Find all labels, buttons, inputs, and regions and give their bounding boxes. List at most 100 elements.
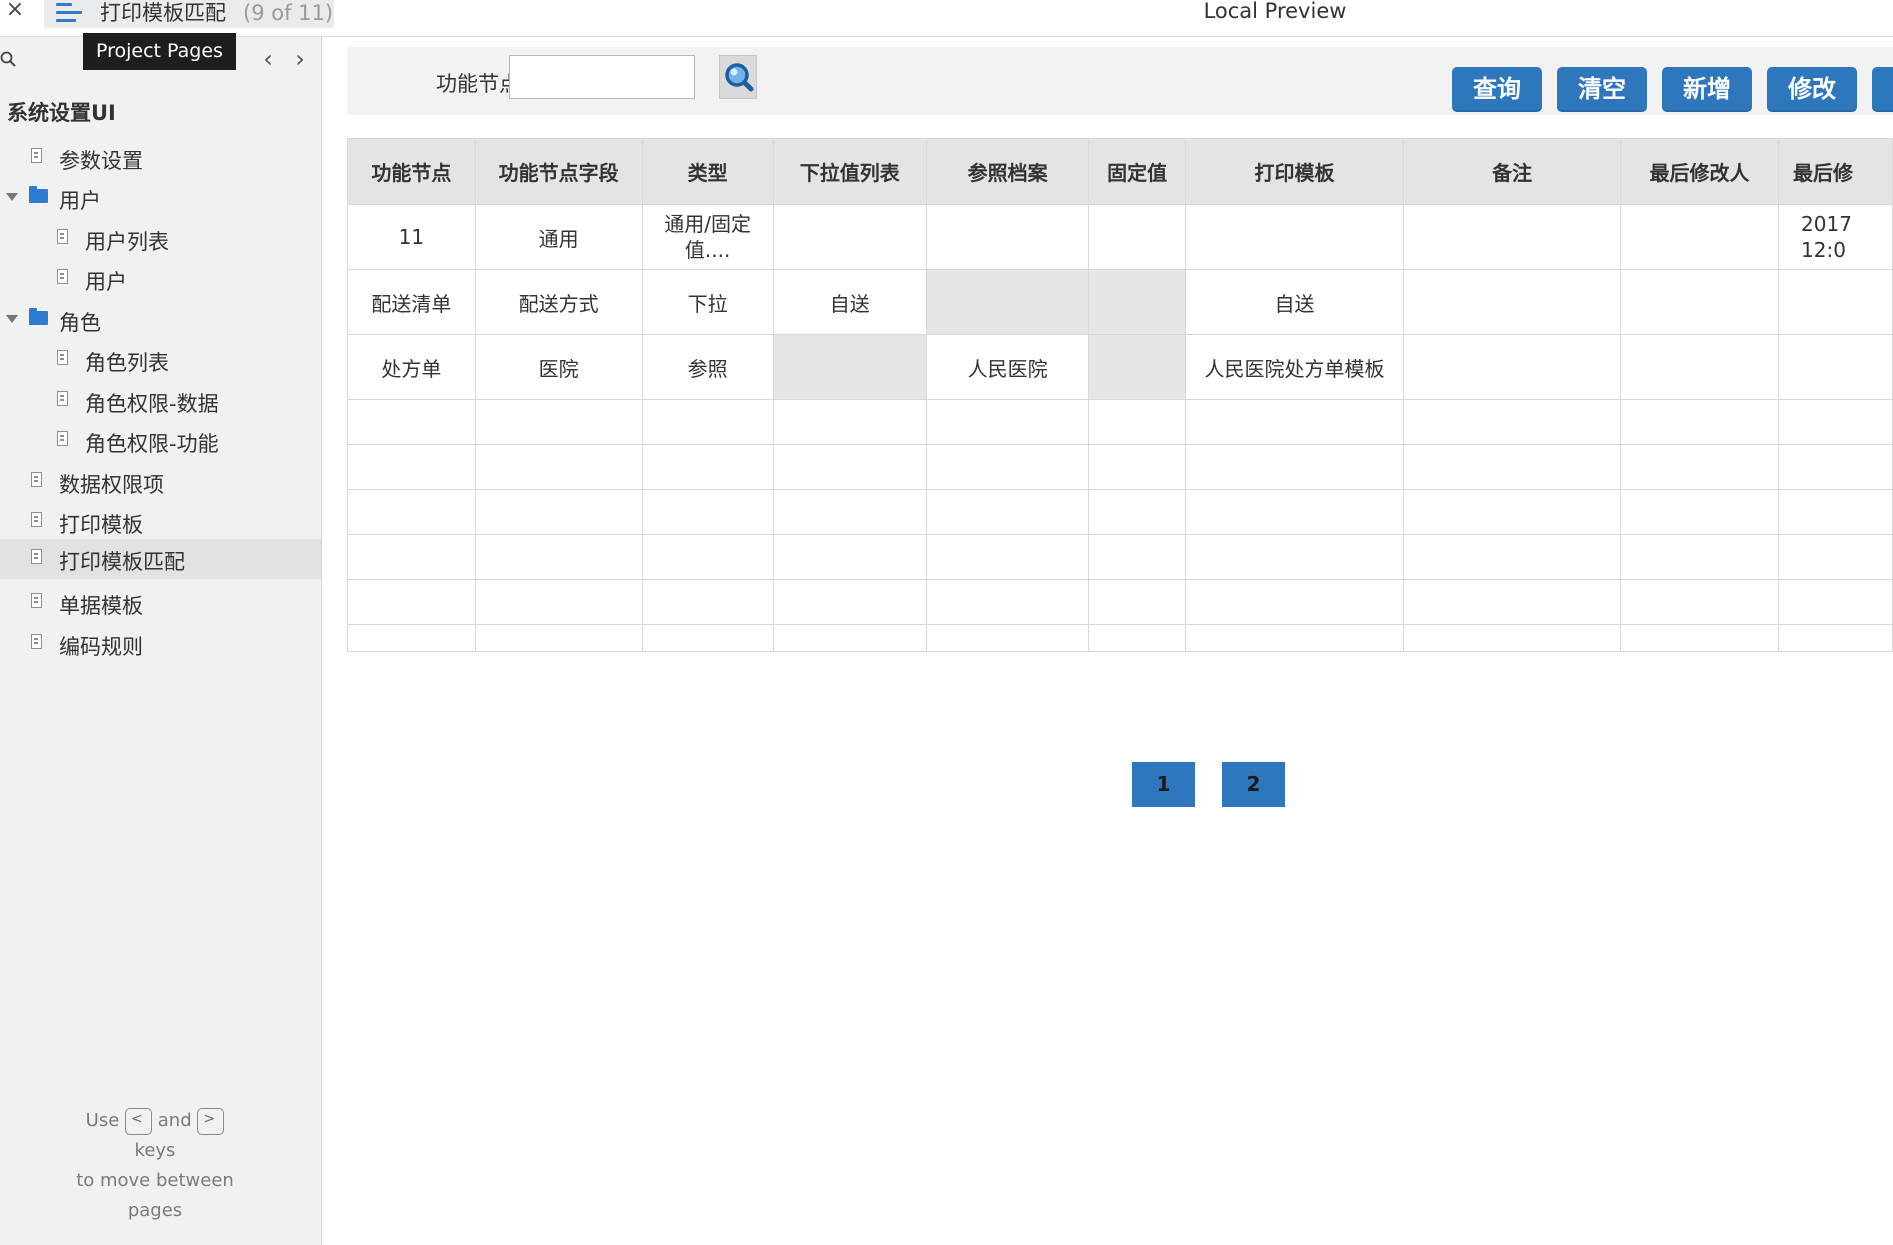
function-node-label: 功能节点 — [436, 72, 520, 96]
table-cell[interactable]: 配送方式 — [474, 269, 643, 335]
table-cell[interactable] — [1778, 334, 1893, 400]
previous-page-button[interactable]: ‹ — [258, 47, 278, 71]
column-header[interactable]: 功能节点 — [347, 138, 476, 205]
table-cell[interactable] — [925, 204, 1090, 270]
table-cell[interactable]: 参照 — [641, 334, 774, 400]
table-cell[interactable] — [925, 269, 1090, 335]
table-cell[interactable]: 自送 — [772, 269, 927, 335]
sidebar-item-label: 打印模板 — [59, 513, 143, 537]
page-icon — [57, 431, 68, 446]
page-icon — [57, 269, 68, 284]
column-header[interactable]: 固定值 — [1088, 138, 1186, 205]
table-row-empty — [347, 534, 1893, 580]
sidebar-item-label: 打印模板匹配 — [59, 550, 185, 574]
hint-text: keys — [134, 1140, 176, 1161]
sidebar-item-role-func-perm[interactable]: 角色权限-功能 — [0, 421, 321, 461]
add-button[interactable]: 新增 — [1662, 67, 1752, 112]
sidebar-item-label: 角色权限-功能 — [85, 432, 219, 456]
table-cell[interactable] — [1620, 269, 1780, 335]
page-icon — [57, 350, 68, 365]
table-cell[interactable]: 人民医院 — [925, 334, 1090, 400]
table-cell[interactable] — [1403, 269, 1622, 335]
query-button[interactable]: 查询 — [1452, 67, 1542, 112]
table-cell[interactable] — [1184, 204, 1405, 270]
sidebar-item-print-template-match[interactable]: 打印模板匹配 — [0, 539, 321, 579]
search-button[interactable] — [719, 55, 757, 99]
clear-button[interactable]: 清空 — [1557, 67, 1647, 112]
sidebar-item-label: 用户 — [85, 270, 127, 294]
page-button-2[interactable]: 2 — [1222, 762, 1285, 807]
page-button-1[interactable]: 1 — [1132, 762, 1195, 807]
sidebar-item-role-list[interactable]: 角色列表 — [0, 340, 321, 380]
sidebar-item-role-data-perm[interactable]: 角色权限-数据 — [0, 381, 321, 421]
table-cell[interactable]: 11 — [347, 204, 476, 270]
table-cell[interactable] — [1620, 204, 1780, 270]
column-header[interactable]: 参照档案 — [925, 138, 1090, 205]
table-row[interactable]: 配送清单 配送方式 下拉 自送 自送 — [347, 269, 1893, 335]
table-cell[interactable]: 2017 12:0 — [1778, 204, 1893, 270]
sidebar-item-label: 角色权限-数据 — [85, 392, 219, 416]
column-header[interactable]: 类型 — [641, 138, 774, 205]
table-cell[interactable] — [772, 204, 927, 270]
search-icon[interactable] — [0, 51, 18, 69]
table-cell[interactable]: 处方单 — [347, 334, 476, 400]
table-cell[interactable] — [1620, 334, 1780, 400]
main-content: 功能节点 查询 清空 新增 修改 功能节点 功能节点字段 类型 下拉值列表 参照… — [322, 37, 1893, 1245]
table-cell[interactable] — [1403, 204, 1622, 270]
sidebar-item-label: 用户 — [59, 189, 101, 213]
table-cell[interactable]: 通用/固定值.... — [641, 204, 774, 270]
hint-text: to move between — [76, 1170, 234, 1191]
function-node-input[interactable] — [509, 55, 695, 99]
sidebar-item-label: 数据权限项 — [59, 473, 164, 497]
column-header[interactable]: 最后修 — [1778, 138, 1893, 205]
page-icon — [31, 593, 42, 608]
chevron-down-icon[interactable] — [6, 193, 18, 201]
sidebar-folder-roles[interactable]: 角色 — [0, 300, 321, 340]
hint-text: pages — [127, 1200, 183, 1221]
menu-icon[interactable] — [56, 3, 82, 23]
sidebar-item-data-perm-items[interactable]: 数据权限项 — [0, 462, 321, 502]
sidebar-item-params[interactable]: 参数设置 — [0, 138, 321, 178]
page-icon — [31, 549, 42, 564]
table-cell[interactable]: 下拉 — [641, 269, 774, 335]
page-selector[interactable]: 打印模板匹配 (9 of 11) — [44, 0, 334, 28]
table-cell[interactable] — [1088, 269, 1186, 335]
table-row-empty — [347, 624, 1893, 652]
sidebar-item-user-list[interactable]: 用户列表 — [0, 219, 321, 259]
page-icon — [31, 472, 42, 487]
column-header[interactable]: 备注 — [1403, 138, 1622, 205]
current-page-title: 打印模板匹配 — [100, 1, 226, 25]
table-cell[interactable] — [1088, 334, 1186, 400]
more-button[interactable] — [1872, 67, 1893, 112]
sidebar-folder-users[interactable]: 用户 — [0, 178, 321, 218]
table-cell[interactable]: 人民医院处方单模板 — [1184, 334, 1405, 400]
table-row-empty — [347, 399, 1893, 445]
chevron-down-icon[interactable] — [6, 315, 18, 323]
table-header-row: 功能节点 功能节点字段 类型 下拉值列表 参照档案 固定值 打印模板 备注 最后… — [347, 138, 1893, 205]
column-header[interactable]: 打印模板 — [1184, 138, 1405, 205]
table-cell[interactable]: 通用 — [474, 204, 643, 270]
project-name: 系统设置UI — [7, 101, 116, 125]
table-cell[interactable] — [1403, 334, 1622, 400]
table-row-empty — [347, 489, 1893, 535]
table-cell[interactable]: 医院 — [474, 334, 643, 400]
column-header[interactable]: 功能节点字段 — [474, 138, 643, 205]
table-row[interactable]: 处方单 医院 参照 人民医院 人民医院处方单模板 — [347, 334, 1893, 400]
table-cell[interactable]: 配送清单 — [347, 269, 476, 335]
table-cell[interactable] — [1778, 269, 1893, 335]
edit-button[interactable]: 修改 — [1767, 67, 1857, 112]
filter-bar: 功能节点 查询 清空 新增 修改 — [347, 47, 1893, 115]
sidebar-item-coding-rules[interactable]: 编码规则 — [0, 624, 321, 664]
column-header[interactable]: 最后修改人 — [1620, 138, 1780, 205]
column-header[interactable]: 下拉值列表 — [772, 138, 927, 205]
sidebar-item-print-template[interactable]: 打印模板 — [0, 502, 321, 542]
sidebar-item-user[interactable]: 用户 — [0, 259, 321, 299]
table-cell[interactable] — [772, 334, 927, 400]
table-row[interactable]: 11 通用 通用/固定值.... 2017 12:0 — [347, 204, 1893, 270]
sidebar-item-document-template[interactable]: 单据模板 — [0, 583, 321, 623]
table-cell[interactable] — [1088, 204, 1186, 270]
sidebar-item-label: 角色 — [59, 311, 101, 335]
next-page-button[interactable]: › — [290, 47, 310, 71]
table-cell[interactable]: 自送 — [1184, 269, 1405, 335]
close-icon[interactable]: × — [4, 0, 26, 24]
